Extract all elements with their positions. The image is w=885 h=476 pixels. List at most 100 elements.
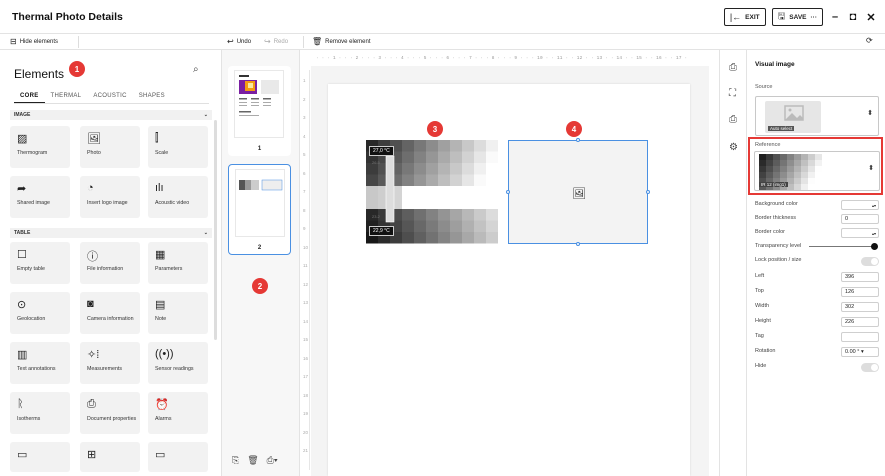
search-icon[interactable]: ⌕ — [193, 64, 199, 75]
element-measurements[interactable]: ✧⁞ Measurements — [80, 342, 140, 384]
lock-position-toggle[interactable] — [861, 257, 879, 266]
element-properties-icon[interactable]: ⛶ — [729, 88, 736, 99]
section-header-image[interactable]: IMAGE ⌄ — [10, 110, 212, 120]
tab-thermal[interactable]: THERMAL — [45, 90, 88, 104]
visual-image-element[interactable]: 🖼 — [506, 138, 650, 246]
thermogram-element[interactable]: 27,0 °C 26.5 23.2 22,9 °C — [366, 140, 502, 244]
element-scale[interactable]: ⫿ Scale — [148, 126, 208, 168]
source-chevron-icon: ⬍ — [867, 110, 873, 117]
thermogram-cell — [402, 220, 414, 232]
transparency-slider[interactable] — [809, 246, 875, 247]
element-geolocation[interactable]: ⊙ Geolocation — [10, 292, 70, 334]
height-input[interactable]: 226 — [841, 317, 879, 327]
element-text-annotations[interactable]: ▥ Text annotations — [10, 342, 70, 384]
element-sensor-readings[interactable]: ((•)) Sensor readings — [148, 342, 208, 384]
refresh-button[interactable]: ⟳ — [866, 36, 873, 45]
maximize-button[interactable]: ◘ — [847, 11, 859, 23]
reference-cell — [773, 166, 780, 172]
element-empty-table[interactable]: ☐ Empty table — [10, 242, 70, 284]
thermogram-cell — [414, 232, 426, 244]
undo-button[interactable]: ↩ Undo — [227, 37, 251, 46]
thermogram-cell — [462, 209, 474, 221]
element-file-information[interactable]: ⓘ File information — [80, 242, 140, 284]
reference-cell — [808, 160, 815, 166]
section-header-table[interactable]: TABLE ⌄ — [10, 228, 212, 238]
border-color-select[interactable] — [841, 228, 879, 238]
element-camera-information[interactable]: ◙ Camera information — [80, 292, 140, 334]
thermogram-cell — [402, 186, 414, 198]
tab-core[interactable]: CORE — [14, 90, 45, 104]
logo-icon: ◔ — [87, 182, 94, 194]
minimize-button[interactable]: – — [829, 11, 841, 23]
width-input[interactable]: 302 — [841, 302, 879, 312]
elements-scrollbar[interactable] — [214, 120, 217, 340]
page-number: 1 — [257, 146, 262, 152]
element-acoustic-video[interactable]: ılı Acoustic video — [148, 176, 208, 218]
hide-toggle[interactable] — [861, 363, 879, 372]
delete-page-icon[interactable]: 🗑 — [247, 455, 258, 466]
element-thermogram[interactable]: ▨ Thermogram — [10, 126, 70, 168]
reference-label: Reference — [755, 142, 781, 148]
resize-handle-right[interactable] — [646, 190, 650, 194]
isotherms-icon: ᚱ — [17, 398, 24, 410]
remove-element-button[interactable]: 🗑 Remove element — [312, 37, 371, 46]
toolbar: ⊟ Hide elements ↩ Undo ↪ Redo 🗑 Remove e… — [0, 34, 885, 50]
element-alarms[interactable]: ⏰ Alarms — [148, 392, 208, 434]
thermogram-cell — [486, 140, 498, 152]
thermogram-cell — [486, 197, 498, 209]
border-thickness-input[interactable]: 0 — [841, 214, 879, 224]
tab-acoustic[interactable]: ACOUSTIC — [87, 90, 132, 104]
tile-label: Thermogram — [17, 150, 48, 156]
element-insert-logo[interactable]: ◔ Insert logo image — [80, 176, 140, 218]
transparency-label: Transparency level — [755, 243, 802, 249]
thermogram-cell — [474, 232, 486, 244]
element-note[interactable]: ▤ Note — [148, 292, 208, 334]
chevron-down-icon: ⌄ — [203, 112, 208, 118]
element-tile-partial[interactable]: ▭ — [148, 442, 208, 472]
resize-handle-top[interactable] — [576, 138, 580, 142]
reference-select[interactable]: IR 12 (img1) ⬍ — [754, 151, 880, 191]
settings-icon[interactable]: ⚙ — [729, 142, 738, 153]
reference-cell — [822, 166, 829, 172]
save-button[interactable]: 🖫 SAVE ··· — [771, 8, 823, 26]
add-page-icon[interactable]: ⎘ — [232, 455, 239, 466]
alarm-icon: ⏰ — [155, 399, 169, 411]
ruler-number: 10 — [303, 244, 309, 250]
reference-cell — [794, 178, 801, 184]
reference-cell — [801, 178, 808, 184]
scale-icon: ⫿ — [155, 132, 159, 144]
resize-handle-bottom[interactable] — [576, 242, 580, 246]
background-color-select[interactable] — [841, 200, 879, 210]
exit-button[interactable]: |← EXIT — [723, 8, 766, 26]
element-document-properties[interactable]: ⎙ Document properties — [80, 392, 140, 434]
resize-handle-left[interactable] — [506, 190, 510, 194]
element-shared-image[interactable]: ➦ Shared image — [10, 176, 70, 218]
left-input[interactable]: 396 — [841, 272, 879, 282]
reference-cell — [822, 172, 829, 178]
elements-title: Elements — [14, 67, 65, 81]
page-options-icon[interactable]: ⎙▾ — [267, 455, 278, 466]
tag-row: Tag — [755, 332, 879, 342]
element-tile-partial[interactable]: ⊞ — [80, 442, 140, 472]
hide-elements-button[interactable]: ⊟ Hide elements — [10, 37, 58, 46]
page-thumbnail-2[interactable]: 2 — [228, 164, 291, 255]
close-button[interactable]: ✕ — [865, 11, 877, 24]
element-tile-partial[interactable]: ▭ — [10, 442, 70, 472]
element-photo[interactable]: 🖼 Photo — [80, 126, 140, 168]
more-options-icon[interactable]: ··· — [811, 14, 818, 21]
tag-input[interactable] — [841, 332, 879, 342]
page-properties-icon[interactable]: ⎙ — [729, 62, 737, 73]
transparency-slider-knob[interactable] — [871, 243, 878, 250]
page-thumbnail-1[interactable]: 1 — [228, 66, 291, 156]
element-isotherms[interactable]: ᚱ Isotherms — [10, 392, 70, 434]
left-label: Left — [755, 273, 765, 279]
top-input[interactable]: 126 — [841, 287, 879, 297]
rotation-select[interactable]: 0.00 ° ▾ — [841, 347, 879, 357]
ruler-number: 14 — [303, 318, 309, 324]
element-parameters[interactable]: ▦ Parameters — [148, 242, 208, 284]
redo-button[interactable]: ↪ Redo — [264, 37, 288, 46]
source-select[interactable]: Auto select ⬍ — [755, 96, 879, 136]
layout-icon[interactable]: ⎙ — [729, 114, 737, 125]
exit-label: EXIT — [745, 13, 760, 21]
tab-shapes[interactable]: SHAPES — [133, 90, 171, 104]
